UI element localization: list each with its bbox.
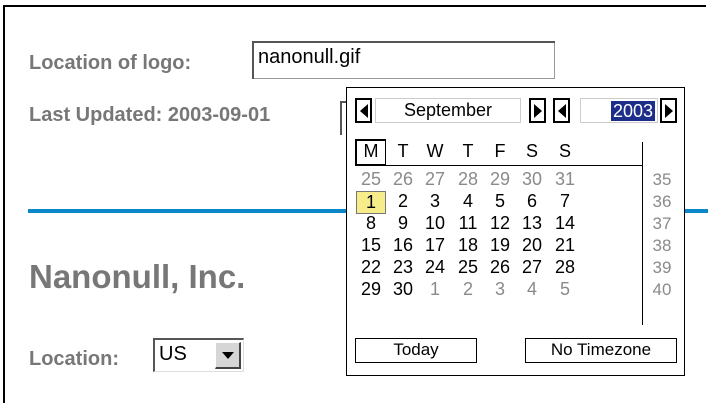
logo-location-label: Location of logo:	[29, 52, 192, 74]
weekday-header: S	[558, 141, 571, 161]
calendar-day[interactable]: 22	[356, 257, 386, 278]
calendar-day[interactable]: 23	[388, 257, 418, 278]
week-number: 36	[652, 192, 672, 211]
year-value: 2003	[610, 101, 655, 121]
calendar-day[interactable]: 28	[453, 169, 483, 190]
prev-month-icon[interactable]	[355, 98, 372, 123]
calendar-day[interactable]: 31	[550, 169, 580, 190]
calendar-day[interactable]: 4	[453, 191, 483, 212]
calendar-day[interactable]: 21	[550, 235, 580, 256]
calendar-day[interactable]: 1	[356, 191, 386, 214]
calendar-day[interactable]: 30	[517, 169, 547, 190]
no-timezone-button[interactable]: No Timezone	[525, 338, 677, 363]
calendar-day[interactable]: 9	[388, 213, 418, 234]
calendar-day[interactable]: 12	[485, 213, 515, 234]
week-number: 35	[652, 170, 672, 189]
next-year-icon[interactable]	[660, 98, 677, 123]
calendar-day[interactable]: 14	[550, 213, 580, 234]
calendar-day[interactable]: 25	[453, 257, 483, 278]
location-label: Location:	[29, 348, 119, 370]
dropdown-arrow-icon[interactable]	[215, 342, 241, 369]
calendar-popup: September 2003 MTWTFSS 25 26 27 28 29 30 31 35 1…	[346, 87, 685, 376]
calendar-day[interactable]: 17	[420, 235, 450, 256]
calendar-day[interactable]: 3	[485, 279, 515, 300]
logo-location-input[interactable]: nanonull.gif	[252, 41, 555, 79]
company-name: Nanonull, Inc.	[29, 258, 246, 295]
weekday-header: S	[525, 141, 538, 161]
weekday-header: W	[426, 141, 444, 161]
calendar-day[interactable]: 27	[517, 257, 547, 278]
next-month-icon[interactable]	[529, 98, 546, 123]
calendar-day[interactable]: 26	[388, 169, 418, 190]
calendar-day[interactable]: 24	[420, 257, 450, 278]
calendar-day[interactable]: 4	[517, 279, 547, 300]
today-button[interactable]: Today	[355, 338, 477, 363]
calendar-day[interactable]: 27	[420, 169, 450, 190]
calendar-day[interactable]: 11	[453, 213, 483, 234]
calendar-day[interactable]: 26	[485, 257, 515, 278]
calendar-day[interactable]: 13	[517, 213, 547, 234]
month-display: September	[375, 98, 521, 123]
calendar-day[interactable]: 8	[356, 213, 386, 234]
calendar-day[interactable]: 2	[388, 191, 418, 212]
calendar-day[interactable]: 6	[517, 191, 547, 212]
year-display[interactable]: 2003	[580, 98, 658, 123]
calendar-day[interactable]: 25	[356, 169, 386, 190]
last-updated-label: Last Updated: 2003-09-01	[29, 104, 271, 126]
calendar-day[interactable]: 10	[420, 213, 450, 234]
week-number: 37	[652, 214, 672, 233]
weekday-header: M	[363, 141, 379, 161]
calendar-day[interactable]: 15	[356, 235, 386, 256]
weekday-header: T	[462, 141, 474, 161]
location-select-value: US	[159, 343, 187, 365]
week-number-divider	[642, 142, 643, 325]
calendar-day[interactable]: 16	[388, 235, 418, 256]
calendar-day[interactable]: 18	[453, 235, 483, 256]
week-number: 38	[652, 236, 672, 255]
calendar-day[interactable]: 30	[388, 279, 418, 300]
week-number: 40	[652, 280, 672, 299]
calendar-day[interactable]: 2	[453, 279, 483, 300]
calendar-day[interactable]: 3	[420, 191, 450, 212]
prev-year-icon[interactable]	[553, 98, 570, 123]
location-select[interactable]: US	[153, 338, 244, 372]
calendar-day[interactable]: 7	[550, 191, 580, 212]
calendar-day[interactable]: 19	[485, 235, 515, 256]
calendar-day[interactable]: 5	[550, 279, 580, 300]
calendar-day[interactable]: 29	[356, 279, 386, 300]
calendar-day[interactable]: 5	[485, 191, 515, 212]
weekday-header: T	[397, 141, 409, 161]
weekday-header: F	[494, 141, 506, 161]
calendar-day[interactable]: 29	[485, 169, 515, 190]
calendar-day[interactable]: 28	[550, 257, 580, 278]
week-number: 39	[652, 258, 672, 277]
calendar-day[interactable]: 20	[517, 235, 547, 256]
calendar-day[interactable]: 1	[420, 279, 450, 300]
weekday-divider	[355, 165, 642, 166]
